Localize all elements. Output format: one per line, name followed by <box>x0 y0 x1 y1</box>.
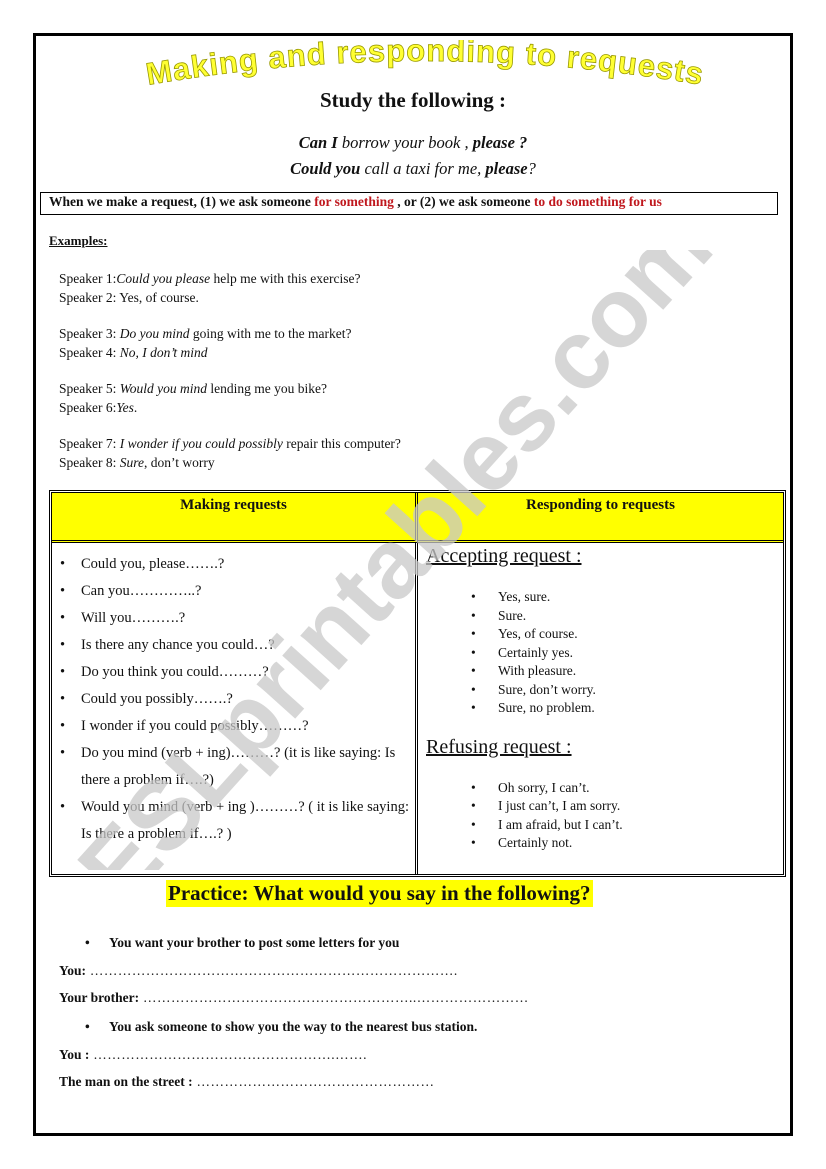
dialog-line: Speaker 5: Would you mind lending me you… <box>59 381 327 396</box>
dialog-line: Speaker 2: Yes, of course. <box>59 289 199 305</box>
refusing-list: Oh sorry, I can’t. I just can’t, I am so… <box>418 779 783 853</box>
sample-bold: please ? <box>472 133 528 152</box>
list-item: Do you mind (verb + ing)………? (it is like… <box>60 740 415 794</box>
dialog-line: Speaker 1:Could you please help me with … <box>59 271 361 286</box>
examples-label: Examples: <box>49 233 108 248</box>
header-making-requests: Making requests <box>52 493 418 543</box>
making-requests-list: Could you, please…….? Can you…………..? Wil… <box>52 543 415 848</box>
dialog-line: Speaker 6:Yes. <box>59 399 138 415</box>
sample-bold: Could you <box>290 159 361 178</box>
subtitle: Study the following : <box>319 88 507 112</box>
sample-text: borrow your book , <box>337 133 473 152</box>
sample-bold: Can I <box>298 133 338 152</box>
list-item: Could you possibly…….? <box>60 686 415 713</box>
practice-title: Practice: What would you say in the foll… <box>166 880 593 907</box>
svg-text:Making and responding to reque: Making and responding to requests <box>143 40 706 92</box>
list-item: I just can’t, I am sorry. <box>446 797 783 816</box>
sample-sentence: Can I borrow your book , please ? <box>0 133 826 153</box>
answer-line[interactable]: You : …………………………………………….……. <box>59 1047 367 1063</box>
answer-line[interactable]: The man on the street : …………………………………………… <box>59 1074 434 1090</box>
answer-blank[interactable]: …………………………………………….……. <box>89 1047 367 1062</box>
answer-line[interactable]: Your brother: …………………………………………………..……………… <box>59 990 529 1006</box>
answer-blank[interactable]: …………………………………………… <box>193 1074 435 1089</box>
rule-box: When we make a request, (1) we ask someo… <box>40 192 778 215</box>
rule-highlight: to do something for us <box>533 194 662 209</box>
answer-label: Your brother: <box>59 990 140 1005</box>
dialog-line: Speaker 4: No, I don’t mind <box>59 344 208 360</box>
dialog-example: Speaker 3: Do you mind going with me to … <box>59 325 351 362</box>
list-item: Sure, don’t worry. <box>446 681 783 700</box>
practice-task: You want your brother to post some lette… <box>85 935 400 951</box>
requests-table: Making requests Responding to requests C… <box>49 490 786 877</box>
list-item: Is there any chance you could…? <box>60 632 415 659</box>
refusing-heading: Refusing request : <box>426 735 572 758</box>
dialog-example: Speaker 5: Would you mind lending me you… <box>59 380 327 417</box>
practice-task: You ask someone to show you the way to t… <box>85 1019 478 1035</box>
rule-highlight: for something <box>314 194 394 209</box>
list-item: Yes, sure. <box>446 588 783 607</box>
list-item: Yes, of course. <box>446 625 783 644</box>
answer-label: You : <box>59 1047 90 1062</box>
dialog-line: Speaker 8: Sure, don’t worry <box>59 454 215 470</box>
list-item: Could you, please…….? <box>60 551 415 578</box>
list-item: With pleasure. <box>446 662 783 681</box>
answer-label: You: <box>59 963 87 978</box>
sample-tail: ? <box>527 159 536 178</box>
answer-blank[interactable]: ……………………………………………………………………. <box>86 963 458 978</box>
task-text: You ask someone to show you the way to t… <box>109 1019 478 1034</box>
answer-blank[interactable]: …………………………………………………..…………………… <box>139 990 529 1005</box>
dialog-example: Speaker 1:Could you please help me with … <box>59 270 360 307</box>
answer-line[interactable]: You: ……………………………………………………………………. <box>59 963 458 979</box>
rule-text: , or (2) we ask someone <box>393 194 534 209</box>
list-item: Sure, no problem. <box>446 699 783 718</box>
list-item: Sure. <box>446 607 783 626</box>
header-responding-requests: Responding to requests <box>418 493 783 543</box>
list-item: Certainly yes. <box>446 644 783 663</box>
sample-bold: please <box>485 159 528 178</box>
dialog-line: Speaker 7: I wonder if you could possibl… <box>59 436 401 451</box>
list-item: Do you think you could………? <box>60 659 415 686</box>
task-text: You want your brother to post some lette… <box>109 935 400 950</box>
dialog-example: Speaker 7: I wonder if you could possibl… <box>59 435 401 472</box>
accepting-heading: Accepting request : <box>426 545 582 567</box>
list-item: I wonder if you could possibly………? <box>60 713 415 740</box>
making-requests-cell: Could you, please…….? Can you…………..? Wil… <box>52 543 418 874</box>
rule-text: When we make a request, (1) we ask someo… <box>49 194 315 209</box>
list-item: I am afraid, but I can’t. <box>446 816 783 835</box>
list-item: Oh sorry, I can’t. <box>446 779 783 798</box>
list-item: Can you…………..? <box>60 578 415 605</box>
list-item: Certainly not. <box>446 834 783 853</box>
accepting-list: Yes, sure. Sure. Yes, of course. Certain… <box>418 588 783 718</box>
list-item: Would you mind (verb + ing )………? ( it is… <box>60 794 415 848</box>
dialog-line: Speaker 3: Do you mind going with me to … <box>59 326 352 341</box>
answer-label: The man on the street : <box>59 1074 193 1089</box>
responding-requests-cell: Accepting request : Yes, sure. Sure. Yes… <box>418 543 783 874</box>
sample-sentence: Could you call a taxi for me, please? <box>0 159 826 179</box>
title-text: Making and responding to requests <box>143 33 706 93</box>
list-item: Will you……….? <box>60 605 415 632</box>
sample-text: call a taxi for me, <box>360 159 486 178</box>
